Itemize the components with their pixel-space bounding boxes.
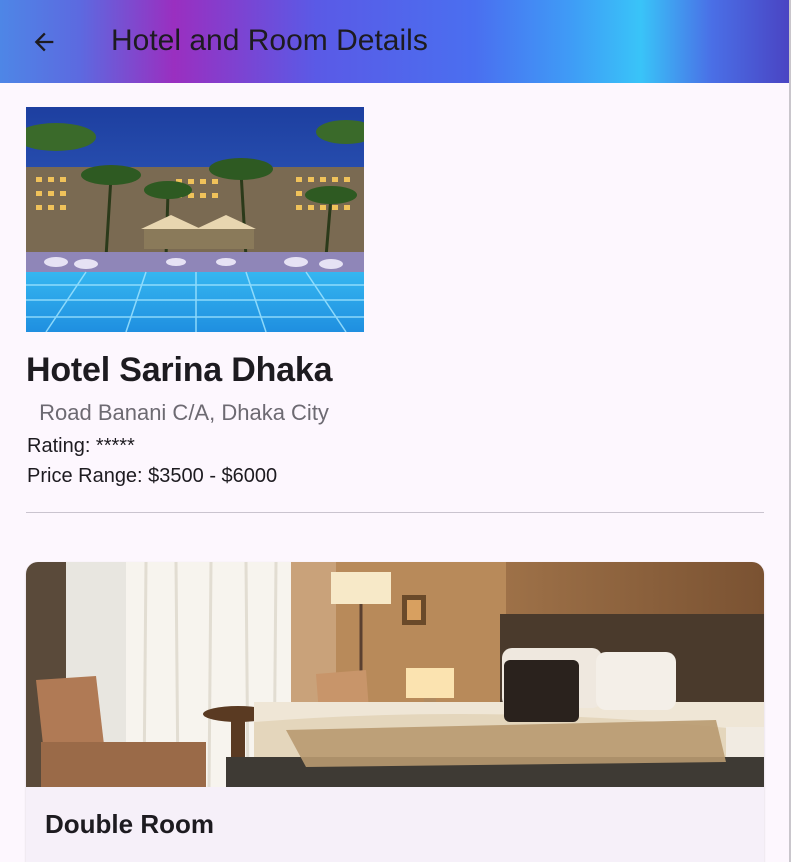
divider: [26, 512, 764, 513]
room-image: [26, 562, 764, 787]
app-screen: Hotel and Room Details Hotel Sarina Dhak…: [0, 0, 791, 862]
page-title: Hotel and Room Details: [111, 24, 428, 57]
hotel-rating: Rating: *****: [27, 435, 135, 457]
main-content[interactable]: Hotel Sarina Dhaka Road Banani C/A, Dhak…: [0, 83, 789, 862]
hotel-name: Hotel Sarina Dhaka: [26, 351, 333, 389]
back-button[interactable]: [24, 22, 64, 62]
room-name: Double Room: [45, 809, 214, 839]
hotel-address: Road Banani C/A, Dhaka City: [33, 400, 329, 425]
hotel-price-range: Price Range: $3500 - $6000: [27, 465, 278, 487]
room-bed-illustration: [26, 562, 764, 787]
hotel-image: [26, 107, 364, 332]
app-bar: Hotel and Room Details: [0, 0, 789, 83]
hotel-pool-illustration: [26, 107, 364, 332]
arrow-back-icon: [34, 32, 54, 52]
room-card[interactable]: Double Room: [26, 562, 764, 862]
